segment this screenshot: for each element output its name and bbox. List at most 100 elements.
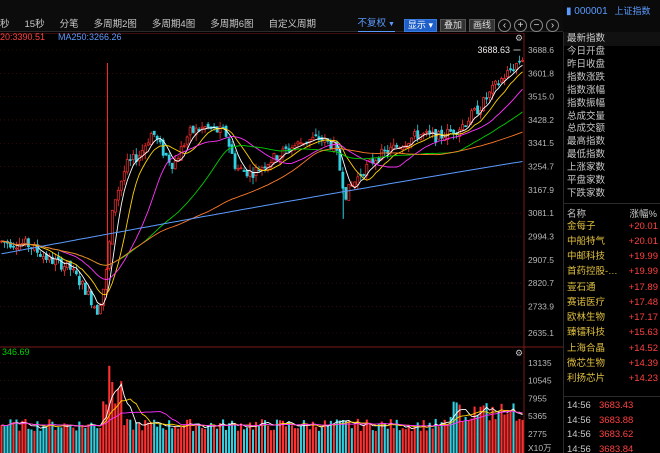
ma-legend: 20:3390.51 bbox=[0, 33, 45, 42]
back-icon[interactable]: ‹ bbox=[498, 18, 511, 32]
volume-bar bbox=[368, 422, 371, 453]
candle bbox=[245, 169, 249, 177]
volume-bar bbox=[3, 425, 6, 453]
candle bbox=[344, 187, 348, 200]
list-item[interactable]: 中邮科技 +19.99 bbox=[564, 249, 660, 264]
volume-bar bbox=[386, 428, 389, 453]
overlay-button[interactable]: 叠加 bbox=[439, 18, 466, 32]
volume-bar bbox=[216, 428, 219, 453]
volume-bar bbox=[87, 424, 90, 453]
settings-icon: ⚙ bbox=[515, 33, 523, 43]
index-code[interactable]: 000001 bbox=[574, 6, 607, 17]
list-item[interactable]: 臻镭科技 +15.63 bbox=[564, 325, 660, 340]
volume-bar bbox=[0, 424, 3, 453]
candle bbox=[464, 125, 468, 128]
draw-line-button[interactable]: 画线 bbox=[468, 18, 495, 32]
volume-bar bbox=[485, 403, 488, 453]
list-item[interactable]: 金每子 +20.01 bbox=[564, 219, 660, 234]
volume-bar bbox=[6, 425, 9, 453]
tab-tick[interactable]: 分笔 bbox=[60, 18, 79, 32]
volume-bar bbox=[314, 426, 317, 453]
list-item[interactable]: 微芯生物 +14.39 bbox=[564, 356, 660, 371]
list-item[interactable]: 利扬芯片 +14.23 bbox=[564, 371, 660, 386]
list-item[interactable]: 首药控股-… +19.99 bbox=[564, 264, 660, 279]
volume-bar bbox=[464, 417, 467, 453]
candle bbox=[116, 189, 120, 201]
candle bbox=[39, 254, 42, 257]
candle bbox=[362, 174, 366, 176]
list-item[interactable]: 中船特气 +20.01 bbox=[564, 234, 660, 249]
volume-bar bbox=[347, 421, 350, 453]
zoom-out-icon[interactable]: − bbox=[530, 18, 543, 32]
volume-bar bbox=[350, 428, 353, 453]
volume-bar bbox=[353, 424, 356, 453]
tab-multi-period-2[interactable]: 多周期2图 bbox=[94, 18, 137, 32]
tab-second[interactable]: 秒 bbox=[0, 18, 10, 32]
candle bbox=[485, 97, 488, 100]
volume-bar bbox=[24, 418, 27, 453]
kline-chart: 3688.6 3601.8 3515.0 3428.2 3341.5 3254.7 3167… bbox=[0, 33, 563, 453]
candle bbox=[509, 68, 512, 71]
display-button[interactable]: 显示 ▾ bbox=[403, 18, 437, 32]
stat-amplitude: 指数振幅 bbox=[567, 97, 606, 109]
candle bbox=[515, 63, 518, 70]
volume-bar bbox=[81, 424, 84, 453]
price-tick-label: 3254.7 bbox=[528, 162, 554, 172]
adjust-dropdown[interactable]: 不复权 ▼ bbox=[357, 18, 395, 32]
candle bbox=[233, 153, 237, 169]
forward-icon[interactable]: › bbox=[546, 18, 559, 32]
volume-bar bbox=[371, 430, 374, 453]
tab-custom-period[interactable]: 自定义周期 bbox=[269, 18, 317, 32]
volume-bar bbox=[204, 429, 207, 453]
candle bbox=[263, 166, 267, 169]
trade-time: 14:56 bbox=[567, 400, 591, 411]
tab-multi-period-6[interactable]: 多周期6图 bbox=[210, 18, 253, 32]
info-icon[interactable]: ▮ bbox=[566, 6, 572, 17]
settings-icon: ⚙ bbox=[515, 348, 523, 358]
volume-bar bbox=[102, 401, 105, 453]
candle bbox=[12, 245, 15, 248]
zoom-in-icon[interactable]: + bbox=[514, 18, 527, 32]
candle bbox=[512, 69, 515, 71]
chart-area[interactable]: 3688.6 3601.8 3515.0 3428.2 3341.5 3254.7 3167… bbox=[0, 33, 563, 453]
stock-change: +15.63 bbox=[628, 327, 658, 339]
col-name[interactable]: 名称 bbox=[567, 206, 586, 220]
volume-bar bbox=[242, 429, 246, 453]
list-item[interactable]: 壹石通 +17.89 bbox=[564, 280, 660, 295]
list-item[interactable]: 欧林生物 +17.17 bbox=[564, 310, 660, 325]
volume-bar bbox=[308, 429, 311, 453]
tab-15-second[interactable]: 15秒 bbox=[25, 18, 45, 32]
candle bbox=[383, 149, 387, 152]
candle bbox=[74, 270, 78, 275]
volume-bar bbox=[147, 422, 150, 453]
list-item[interactable]: 赛诺医疗 +17.48 bbox=[564, 295, 660, 310]
candle bbox=[152, 130, 156, 135]
candle bbox=[488, 91, 491, 98]
candle bbox=[353, 181, 357, 187]
candle bbox=[422, 132, 426, 135]
volume-bar bbox=[413, 426, 416, 453]
candle bbox=[27, 238, 30, 248]
volume-bar bbox=[213, 424, 216, 453]
volume-bar bbox=[425, 430, 428, 453]
quote-panel: 最新指数 今日开盘 昨日收盘 指数涨跌 指数涨幅 指数振幅 总成交量 总成交额 … bbox=[563, 32, 660, 453]
candle bbox=[89, 290, 93, 306]
volume-bar bbox=[123, 425, 126, 453]
period-tabs: 秒 15秒 分笔 多周期2图 多周期4图 多周期6图 自定义周期 bbox=[0, 18, 331, 32]
stat-high: 最高指数 bbox=[567, 136, 606, 148]
volume-bar bbox=[311, 421, 314, 453]
volume-unit-label: X10万 bbox=[528, 443, 552, 453]
volume-bar bbox=[401, 428, 404, 453]
candle bbox=[257, 169, 261, 172]
list-item[interactable]: 上海合晶 +14.52 bbox=[564, 341, 660, 356]
ma-legend: MA250:3266.26 bbox=[58, 33, 122, 42]
volume-bar bbox=[57, 427, 60, 453]
stock-change: +17.48 bbox=[628, 296, 658, 308]
col-change[interactable]: 涨幅% bbox=[630, 206, 657, 220]
tab-multi-period-4[interactable]: 多周期4图 bbox=[152, 18, 195, 32]
price-tick-label: 2907.5 bbox=[528, 255, 554, 265]
price-tick-label: 2820.7 bbox=[528, 278, 554, 288]
candle bbox=[428, 130, 432, 134]
volume-bar bbox=[320, 427, 323, 453]
trade-row: 14:56 3683.84 bbox=[564, 443, 660, 453]
